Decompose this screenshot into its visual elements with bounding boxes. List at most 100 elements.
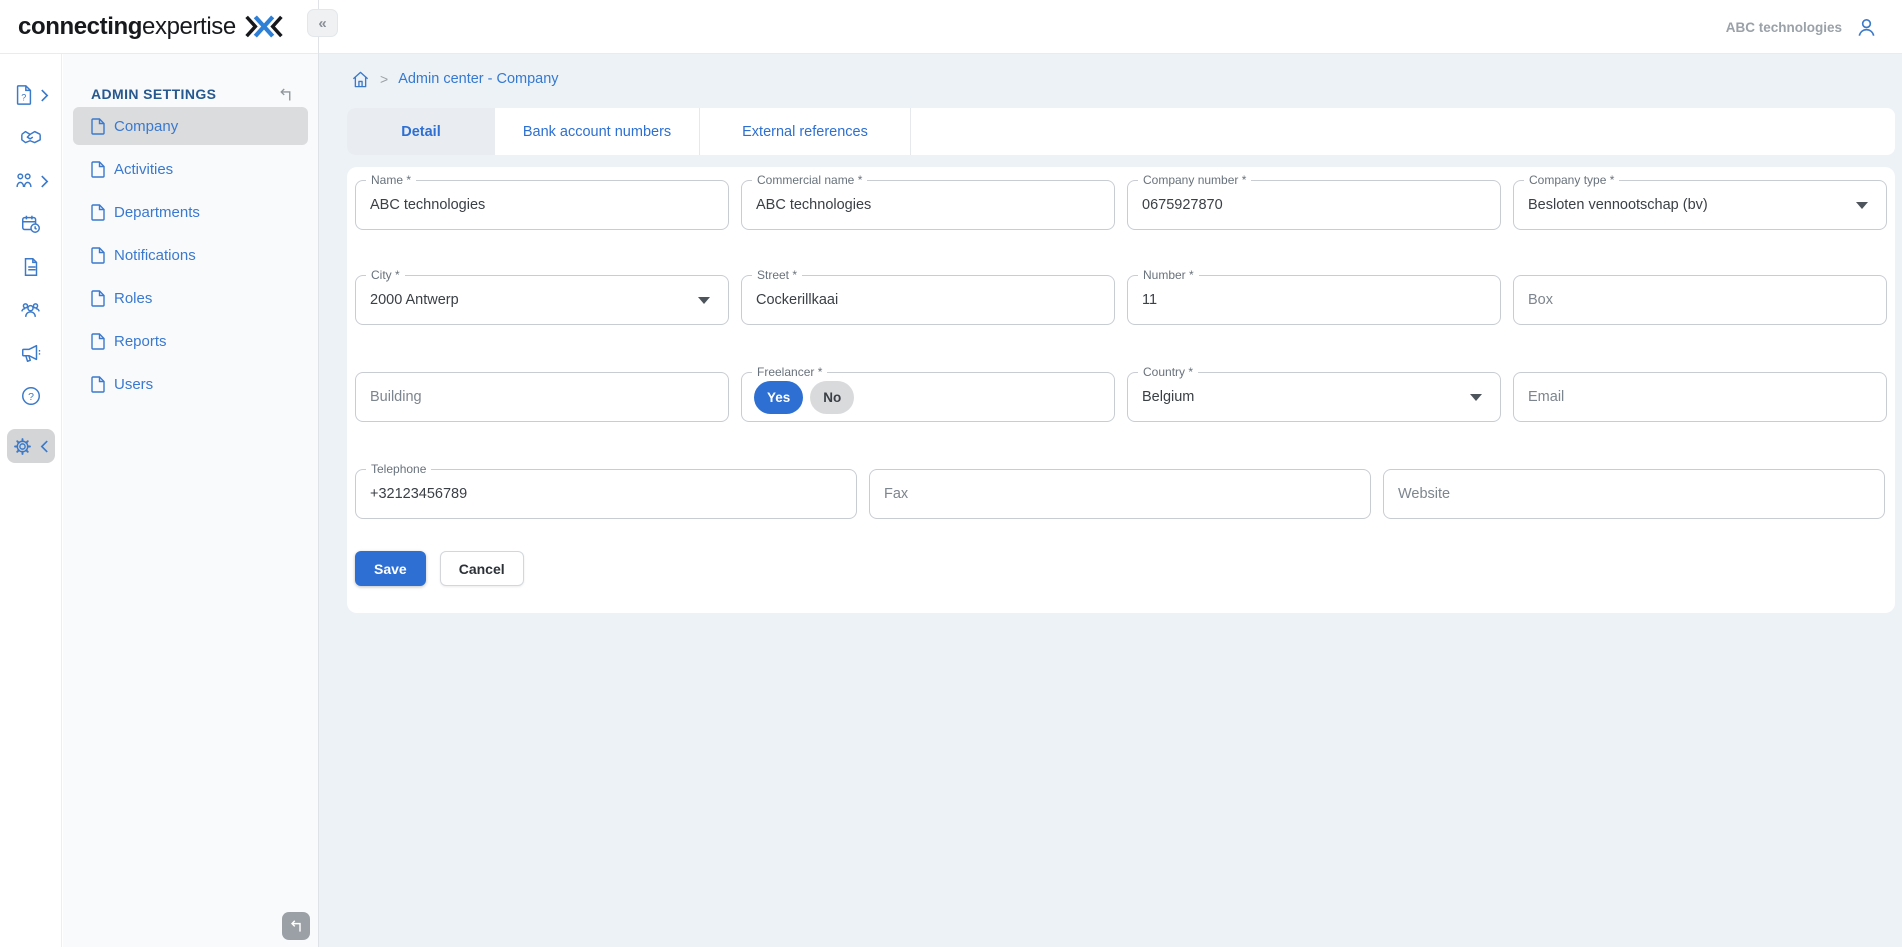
nav-partners[interactable] xyxy=(19,127,43,149)
page-icon xyxy=(91,161,105,178)
freelancer-yes-toggle[interactable]: Yes xyxy=(754,381,803,414)
sidebar-collapse-button[interactable]: « xyxy=(307,9,338,37)
gear-icon xyxy=(12,436,33,457)
form-actions: Save Cancel xyxy=(355,551,1887,586)
name-input[interactable] xyxy=(356,181,728,229)
freelancer-no-toggle[interactable]: No xyxy=(810,381,854,414)
return-icon[interactable] xyxy=(277,86,294,103)
caret-down-icon xyxy=(1856,202,1868,209)
country-select[interactable]: Country * Belgium xyxy=(1127,372,1501,422)
sidebar-item-label: Users xyxy=(114,376,153,393)
team-icon xyxy=(19,299,42,321)
telephone-input[interactable] xyxy=(356,470,856,518)
document-icon xyxy=(20,256,42,278)
commercial-name-input[interactable] xyxy=(742,181,1114,229)
megaphone-icon xyxy=(20,342,42,364)
company-detail-form: Name * Commercial name * Company number … xyxy=(347,167,1895,613)
people-pair-icon xyxy=(13,170,35,192)
sidebar-item-reports[interactable]: Reports xyxy=(73,322,308,360)
panel-divider xyxy=(318,0,319,947)
tab-bank-account-numbers[interactable]: Bank account numbers xyxy=(495,108,700,155)
page-icon xyxy=(91,290,105,307)
panel-title: ADMIN SETTINGS xyxy=(91,86,216,102)
chevron-right-icon xyxy=(40,175,49,188)
top-bar: connectingexpertise ABC technologies xyxy=(0,0,1902,54)
caret-down-icon xyxy=(698,297,710,304)
user-icon[interactable] xyxy=(1855,16,1878,39)
company-type-select[interactable]: Company type * Besloten vennootschap (bv… xyxy=(1513,180,1887,230)
return-icon xyxy=(288,918,304,934)
company-number-field: Company number * xyxy=(1127,180,1501,230)
nav-team[interactable] xyxy=(19,299,42,321)
calendar-clock-icon xyxy=(20,213,42,235)
fax-input[interactable] xyxy=(870,470,1370,518)
freelancer-label: Freelancer * xyxy=(752,365,827,379)
number-input[interactable] xyxy=(1128,276,1500,324)
nav-announcements[interactable] xyxy=(20,342,42,364)
page-icon xyxy=(91,118,105,135)
breadcrumb-separator: > xyxy=(380,71,388,87)
panel-return-button[interactable] xyxy=(282,912,310,940)
sidebar-item-label: Notifications xyxy=(114,247,196,264)
handshake-icon xyxy=(19,127,43,149)
telephone-field: Telephone xyxy=(355,469,857,519)
tab-detail[interactable]: Detail xyxy=(347,108,495,155)
sidebar-item-notifications[interactable]: Notifications xyxy=(73,236,308,274)
sidebar-item-label: Activities xyxy=(114,161,173,178)
website-input[interactable] xyxy=(1384,470,1884,518)
sidebar-item-label: Reports xyxy=(114,333,167,350)
sidebar-item-activities[interactable]: Activities xyxy=(73,150,308,188)
app-logo: connectingexpertise xyxy=(18,13,285,41)
nav-planning[interactable] xyxy=(20,213,42,235)
page-icon xyxy=(91,376,105,393)
svg-text:?: ? xyxy=(21,93,26,103)
nav-people[interactable] xyxy=(13,170,49,192)
main-content: > Admin center - Company Detail Bank acc… xyxy=(319,54,1902,947)
company-type-value: Besloten vennootschap (bv) xyxy=(1528,181,1708,229)
number-field: Number * xyxy=(1127,275,1501,325)
sidebar-item-users[interactable]: Users xyxy=(73,365,308,403)
nav-settings[interactable] xyxy=(7,429,55,463)
account-area: ABC technologies xyxy=(1726,0,1878,54)
sidebar-item-company[interactable]: Company xyxy=(73,107,308,145)
admin-settings-menu: Company Activities Departments Notificat… xyxy=(63,107,318,403)
email-field xyxy=(1513,372,1887,422)
freelancer-field: Freelancer * Yes No xyxy=(741,372,1115,422)
tab-external-references[interactable]: External references xyxy=(700,108,911,155)
svg-text:?: ? xyxy=(28,391,34,403)
freelancer-toggle: Yes No xyxy=(754,381,854,414)
sidebar-item-roles[interactable]: Roles xyxy=(73,279,308,317)
city-select[interactable]: City * 2000 Antwerp xyxy=(355,275,729,325)
home-icon[interactable] xyxy=(351,70,370,89)
account-name: ABC technologies xyxy=(1726,20,1842,35)
nav-icon-rail: ? xyxy=(0,54,62,947)
street-input[interactable] xyxy=(742,276,1114,324)
commercial-name-field: Commercial name * xyxy=(741,180,1115,230)
email-input[interactable] xyxy=(1514,373,1886,421)
nav-documents[interactable] xyxy=(20,256,42,278)
website-field xyxy=(1383,469,1885,519)
logo-text-bold: connecting xyxy=(18,13,142,41)
page-icon xyxy=(91,204,105,221)
building-input[interactable] xyxy=(356,373,728,421)
save-button[interactable]: Save xyxy=(355,551,426,586)
breadcrumb-link[interactable]: Admin center - Company xyxy=(398,71,558,87)
sidebar-item-label: Roles xyxy=(114,290,152,307)
breadcrumb: > Admin center - Company xyxy=(351,67,1902,91)
cancel-button[interactable]: Cancel xyxy=(440,551,524,586)
chevron-right-icon xyxy=(40,89,49,102)
country-value: Belgium xyxy=(1142,373,1194,421)
nav-requests[interactable]: ? xyxy=(13,84,49,106)
sidebar-item-departments[interactable]: Departments xyxy=(73,193,308,231)
caret-down-icon xyxy=(1470,394,1482,401)
company-number-input[interactable] xyxy=(1128,181,1500,229)
nav-help[interactable]: ? xyxy=(20,385,42,407)
box-input[interactable] xyxy=(1514,276,1886,324)
page-icon xyxy=(91,333,105,350)
chevron-left-icon xyxy=(40,440,49,453)
document-question-icon: ? xyxy=(13,84,35,106)
logo-x-icon xyxy=(243,13,285,40)
name-field: Name * xyxy=(355,180,729,230)
street-field: Street * xyxy=(741,275,1115,325)
sidebar-item-label: Departments xyxy=(114,204,200,221)
